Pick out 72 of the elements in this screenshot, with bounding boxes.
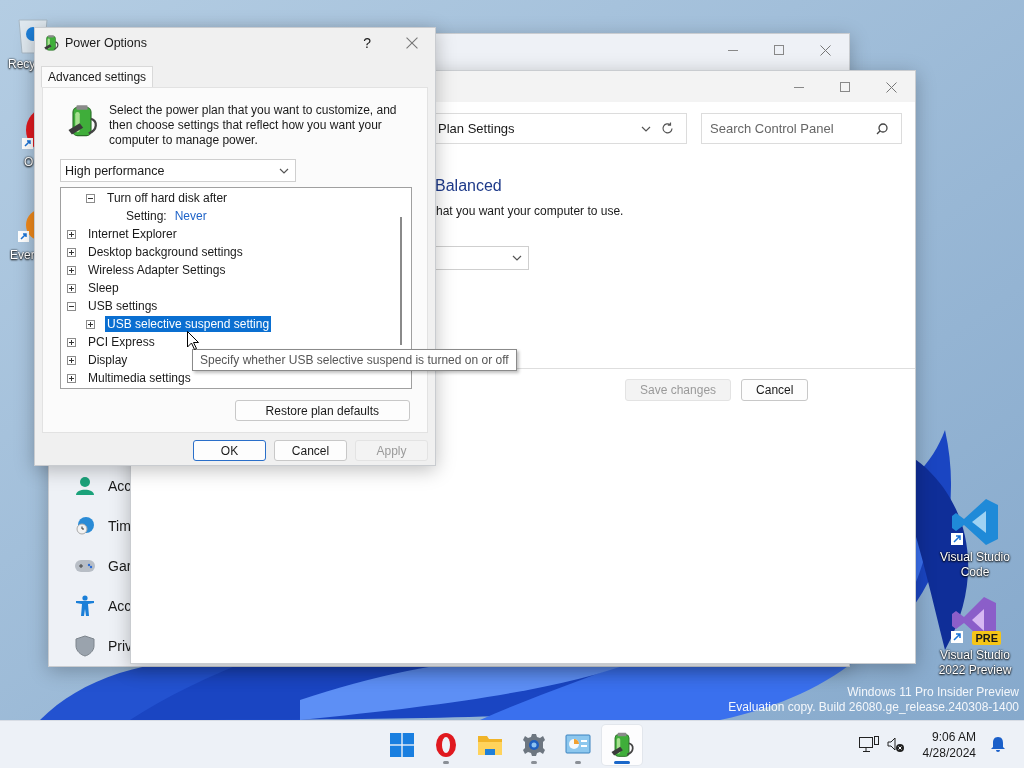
shield-icon[interactable]	[74, 635, 96, 657]
tree-item[interactable]: USB settings	[86, 298, 160, 314]
tree-item[interactable]: USB selective suspend setting	[105, 316, 272, 332]
person-figure-icon[interactable]	[74, 595, 96, 617]
watermark-text: Evaluation copy. Build 26080.ge_release.240308-1400	[728, 700, 1019, 715]
plan-heading: Balanced	[435, 177, 502, 195]
tree-item[interactable]: Desktop background settings	[86, 244, 245, 260]
taskbar-button[interactable]	[602, 724, 642, 765]
minus-box-icon[interactable]	[67, 301, 76, 311]
search-icon[interactable]	[876, 123, 888, 135]
windows-logo-icon	[390, 732, 414, 757]
setting-value-link[interactable]: Never	[174, 209, 207, 223]
plus-box-icon[interactable]	[67, 229, 76, 239]
cursor-icon	[187, 331, 199, 350]
ribbon-icon[interactable]	[950, 497, 1000, 547]
tree-item[interactable]: PCI Express	[86, 334, 157, 350]
plus-box-icon[interactable]	[67, 355, 76, 365]
clock-date[interactable]: 4/28/2024	[922, 744, 976, 761]
plus-box-icon[interactable]	[67, 283, 76, 293]
plus-box-icon[interactable]	[67, 337, 76, 347]
gear-icon	[522, 732, 546, 757]
restore-defaults-button[interactable]: Restore plan defaults	[234, 400, 410, 421]
maximize-icon[interactable]	[774, 45, 784, 55]
close-icon[interactable]	[406, 37, 418, 49]
tree-item[interactable]: Turn off hard disk after	[105, 190, 230, 206]
tree-item[interactable]: Wireless Adapter Settings	[86, 262, 228, 278]
instruction-text: Select the power plan that you want to customize, and then choose settings that reflect how you want your computer to manage power.	[109, 103, 398, 148]
nav-item[interactable]: Acc	[108, 478, 132, 494]
cancel-button[interactable]: Cancel	[274, 440, 347, 461]
close-icon[interactable]	[886, 81, 897, 93]
chevron-down-icon[interactable]	[512, 255, 522, 261]
bell-icon[interactable]	[990, 736, 1006, 753]
speaker-muted-icon[interactable]	[886, 736, 905, 753]
nav-item[interactable]: Acc	[108, 598, 132, 614]
monitor-chart-icon	[565, 733, 591, 756]
nav-item[interactable]: Tim	[108, 518, 131, 534]
tree-item[interactable]: Sleep	[86, 280, 121, 296]
folder-icon	[477, 733, 503, 756]
gamepad-icon[interactable]	[74, 558, 96, 574]
search-field[interactable]: Search Control Panel	[701, 113, 902, 144]
tree-item[interactable]: Display	[86, 352, 130, 368]
plan-description: hat you want your computer to use.	[436, 204, 624, 218]
tab[interactable]: Advanced settings	[41, 66, 154, 88]
help-button[interactable]: ?	[363, 35, 371, 51]
tree-item[interactable]: Internet Explorer	[86, 226, 179, 242]
plus-box-icon[interactable]	[67, 373, 76, 383]
clock-time[interactable]: 9:06 AM	[931, 728, 976, 745]
ring-icon	[435, 731, 457, 758]
ok-button[interactable]: OK	[193, 440, 266, 461]
minus-box-icon[interactable]	[86, 193, 95, 203]
computer-icon[interactable]	[858, 735, 879, 754]
plus-box-icon[interactable]	[67, 247, 76, 257]
tree-item[interactable]: Multimedia settings	[86, 370, 193, 386]
chevron-down-icon[interactable]	[641, 125, 651, 132]
plus-box-icon[interactable]	[67, 265, 76, 275]
watermark-text: Windows 11 Pro Insider Preview	[847, 685, 1019, 700]
chevron-down-icon[interactable]	[279, 167, 289, 174]
setting-label: Setting:	[125, 208, 168, 224]
preview-badge: PRE	[972, 631, 1001, 645]
tooltip: Specify whether USB selective suspend is turned on or off	[192, 349, 517, 371]
nav-item[interactable]: Gar	[108, 558, 132, 574]
maximize-icon[interactable]	[840, 82, 850, 92]
close-icon[interactable]	[820, 44, 831, 56]
globe-clock-icon[interactable]	[74, 516, 96, 536]
scrollbar-thumb[interactable]	[400, 217, 402, 345]
plus-box-icon[interactable]	[86, 319, 95, 329]
plan-dropdown[interactable]: High performance	[60, 159, 296, 182]
refresh-icon[interactable]	[661, 122, 674, 135]
window-title: Power Options	[65, 36, 148, 50]
battery-icon	[42, 34, 60, 52]
person-icon[interactable]	[74, 476, 96, 496]
cancel-button[interactable]: Cancel	[741, 379, 809, 401]
